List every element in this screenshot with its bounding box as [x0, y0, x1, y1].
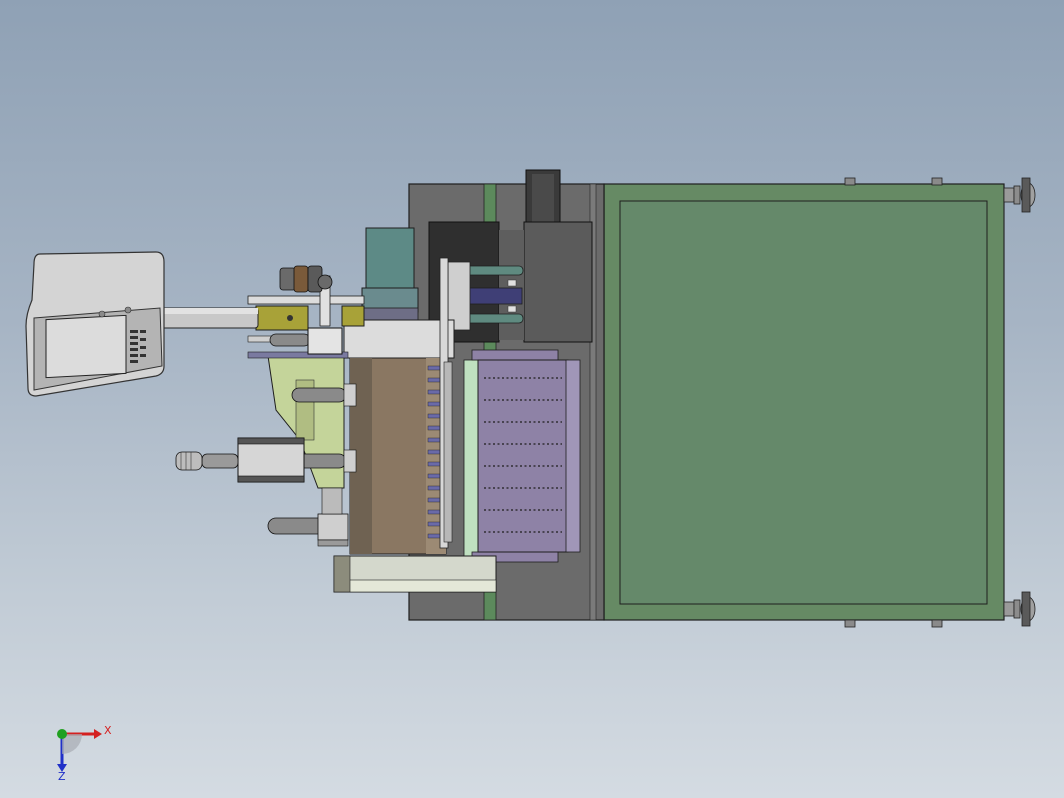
- cad-viewport[interactable]: X Z: [0, 0, 1064, 798]
- motor-housing: [361, 227, 419, 323]
- axis-triad: X Z: [57, 724, 112, 783]
- servo-motor: [175, 437, 305, 483]
- assembly-drawing[interactable]: X Z: [0, 0, 1064, 798]
- bracket-olive: [255, 305, 365, 331]
- x-axis-label: X: [104, 724, 112, 737]
- triad-origin: [57, 729, 67, 739]
- fittings: [279, 265, 333, 293]
- feed-tray: [463, 349, 581, 563]
- guide-rods: [447, 261, 524, 331]
- panel-support-arm: [157, 307, 259, 329]
- lower-plate: [333, 555, 497, 593]
- control-panel: [25, 251, 165, 397]
- z-axis-label: Z: [58, 770, 66, 783]
- main-frame: [603, 183, 1005, 621]
